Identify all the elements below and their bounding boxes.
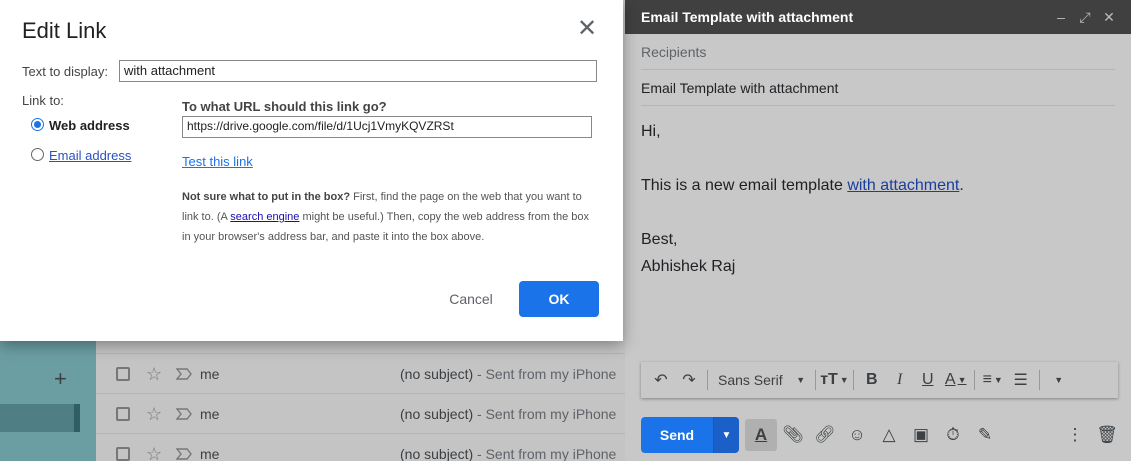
- email-subject: (no subject) - Sent from my iPhone: [400, 405, 617, 422]
- body-link[interactable]: with attachment: [847, 177, 959, 194]
- url-input[interactable]: https://drive.google.com/file/d/1Ucj1Vmy…: [182, 116, 592, 138]
- italic-icon[interactable]: I: [886, 368, 914, 392]
- more-formatting-icon[interactable]: ▼: [1044, 368, 1072, 392]
- body-line: This is a new email template with attach…: [641, 177, 964, 194]
- star-icon[interactable]: ☆: [146, 365, 164, 383]
- star-icon[interactable]: ☆: [146, 445, 164, 461]
- redo-icon[interactable]: ↷: [675, 368, 703, 392]
- message-body[interactable]: Hi, This is a new email template with at…: [625, 106, 1131, 292]
- more-options-icon[interactable]: ⋮: [1059, 419, 1091, 451]
- subject-field[interactable]: Email Template with attachment: [641, 70, 1115, 106]
- expand-icon[interactable]: ⤢: [1073, 9, 1097, 26]
- body-line: Abhishek Raj: [641, 258, 736, 275]
- recipients-field[interactable]: Recipients: [641, 34, 1115, 70]
- checkbox[interactable]: [116, 406, 130, 421]
- compose-title: Email Template with attachment: [641, 9, 854, 25]
- send-button[interactable]: Send: [641, 417, 713, 453]
- compose-actions: Send ▼ A 📎︎ 🔗︎ ☺ △ ▣ ⏱ ✎ ⋮ 🗑︎: [641, 416, 1123, 454]
- ok-button[interactable]: OK: [519, 281, 599, 317]
- minimize-icon[interactable]: –: [1049, 9, 1073, 25]
- inbox-sidebar: [0, 341, 96, 461]
- checkbox[interactable]: [116, 366, 130, 381]
- text-to-display-input[interactable]: with attachment: [119, 60, 597, 82]
- body-line: Hi,: [641, 123, 661, 140]
- url-question: To what URL should this link go?: [182, 99, 387, 114]
- web-address-label[interactable]: Web address: [49, 118, 130, 133]
- importance-marker-icon[interactable]: [176, 367, 192, 380]
- web-address-radio[interactable]: [31, 118, 44, 131]
- edit-link-dialog: Edit Link ✕ Text to display: with attach…: [0, 0, 623, 341]
- email-row[interactable]: ☆ me (no subject) - Sent from my iPhone: [96, 433, 640, 461]
- discard-draft-icon[interactable]: 🗑︎: [1091, 419, 1123, 451]
- importance-marker-icon[interactable]: [176, 407, 192, 420]
- align-icon[interactable]: ≡ ▼: [979, 368, 1007, 392]
- email-sender: me: [200, 365, 220, 382]
- emoji-icon[interactable]: ☺: [841, 419, 873, 451]
- email-address-label[interactable]: Email address: [49, 148, 131, 163]
- numbered-list-icon[interactable]: ☰: [1007, 368, 1035, 392]
- insert-photo-icon[interactable]: ▣: [905, 419, 937, 451]
- attach-icon[interactable]: 📎︎: [777, 419, 809, 451]
- test-link[interactable]: Test this link: [182, 154, 253, 169]
- undo-icon[interactable]: ↶: [647, 368, 675, 392]
- underline-icon[interactable]: U: [914, 368, 942, 392]
- body-line: Best,: [641, 231, 678, 248]
- star-icon[interactable]: ☆: [146, 405, 164, 423]
- email-subject: (no subject) - Sent from my iPhone: [400, 365, 617, 382]
- email-row[interactable]: ☆ me (no subject) - Sent from my iPhone: [96, 353, 640, 393]
- sidebar-active-indicator: [0, 404, 80, 432]
- drive-icon[interactable]: △: [873, 419, 905, 451]
- schedule-send-dropdown[interactable]: ▼: [713, 417, 739, 453]
- confidential-mode-icon[interactable]: ⏱: [937, 419, 969, 451]
- dialog-title: Edit Link: [22, 18, 107, 43]
- formatting-options-icon[interactable]: A: [745, 419, 777, 451]
- email-subject: (no subject) - Sent from my iPhone: [400, 445, 617, 461]
- email-address-radio[interactable]: [31, 148, 44, 161]
- insert-link-icon[interactable]: 🔗︎: [809, 419, 841, 451]
- cancel-button[interactable]: Cancel: [437, 281, 505, 317]
- close-icon[interactable]: ✕: [1097, 9, 1121, 26]
- bold-icon[interactable]: B: [858, 368, 886, 392]
- help-text: Not sure what to put in the box? First, …: [182, 191, 590, 243]
- link-to-label: Link to:: [22, 93, 64, 108]
- email-row[interactable]: ☆ me (no subject) - Sent from my iPhone: [96, 393, 640, 433]
- email-sender: me: [200, 445, 220, 461]
- compose-header: Email Template with attachment – ⤢ ✕: [625, 0, 1131, 34]
- font-select[interactable]: Sans Serif ▼: [712, 368, 811, 392]
- font-size-icon[interactable]: тT ▼: [820, 368, 849, 392]
- importance-marker-icon[interactable]: [176, 447, 192, 460]
- add-label-icon[interactable]: +: [54, 368, 67, 390]
- email-sender: me: [200, 405, 220, 422]
- close-icon[interactable]: ✕: [577, 17, 597, 41]
- search-engine-link[interactable]: search engine: [230, 211, 299, 223]
- formatting-toolbar: ↶ ↷ Sans Serif ▼ тT ▼ B I U A ▼ ≡ ▼ ☰ ▼: [641, 362, 1118, 398]
- text-color-icon[interactable]: A ▼: [942, 368, 970, 392]
- text-to-display-label: Text to display:: [22, 64, 108, 79]
- compose-window: Email Template with attachment – ⤢ ✕ Rec…: [625, 0, 1131, 461]
- signature-icon[interactable]: ✎: [969, 419, 1001, 451]
- checkbox[interactable]: [116, 446, 130, 461]
